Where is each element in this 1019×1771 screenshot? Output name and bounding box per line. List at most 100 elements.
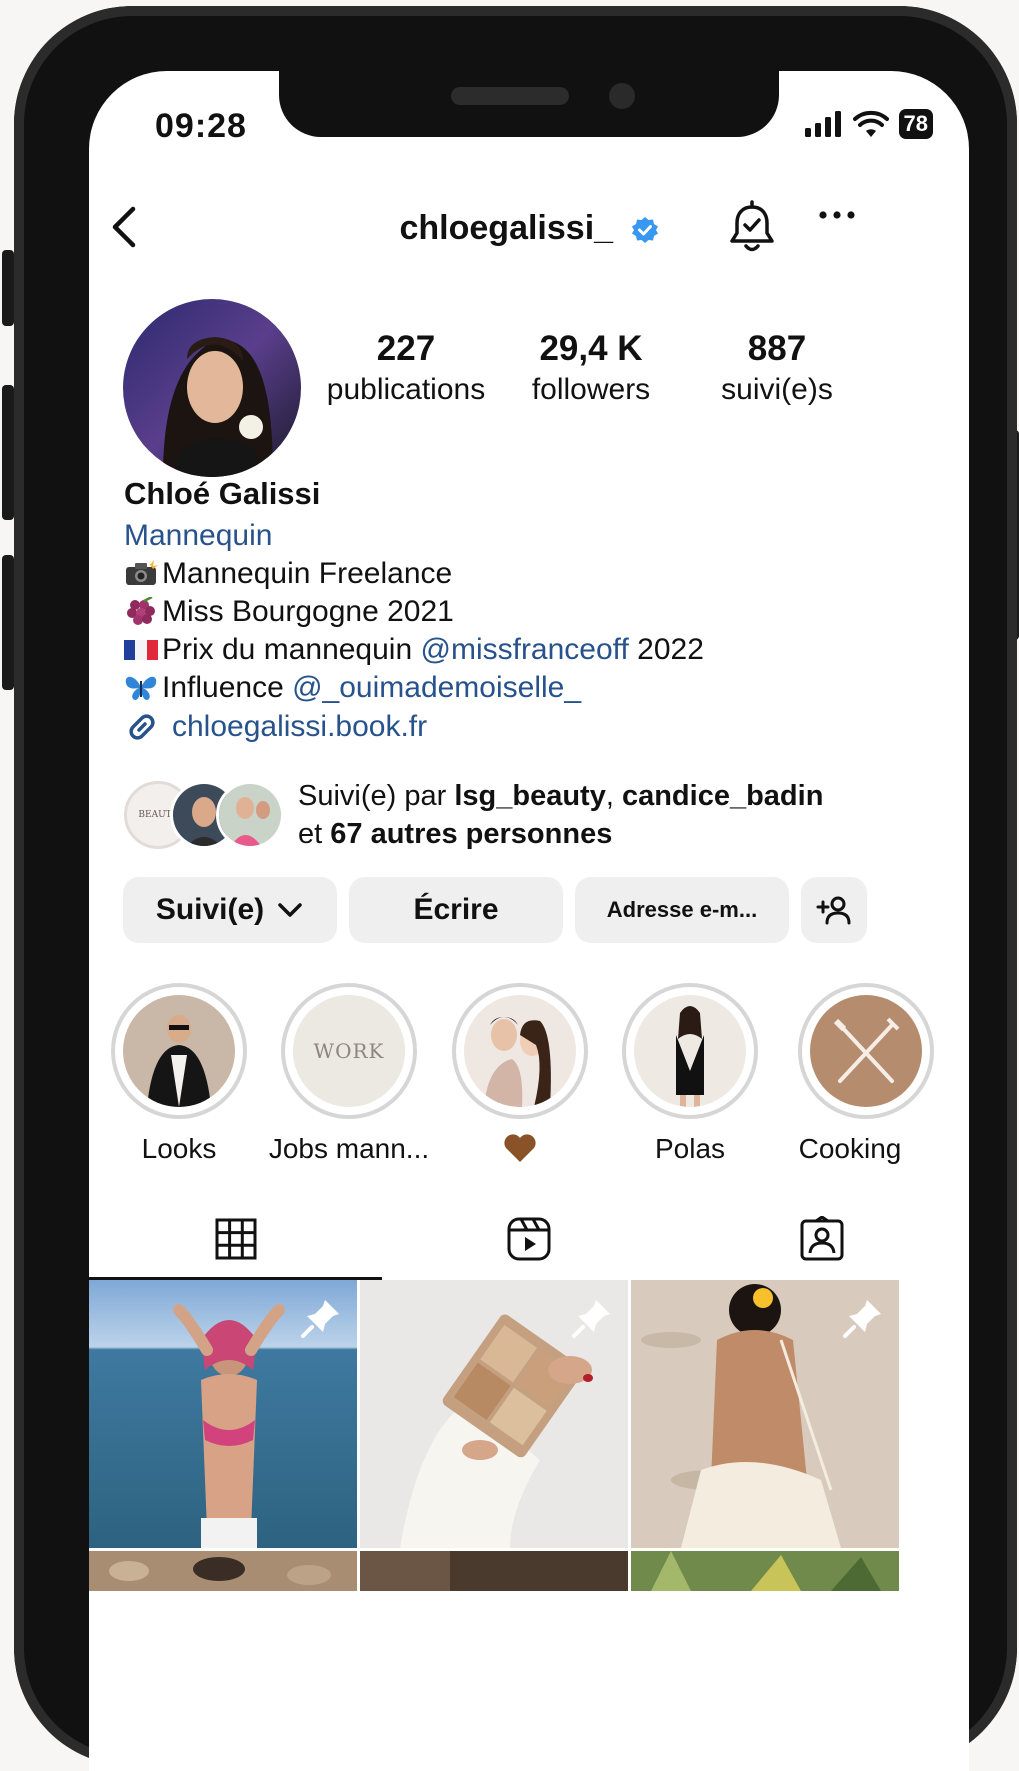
post-thumbnail[interactable] — [360, 1551, 628, 1591]
mention-ouimademoiselle[interactable]: @_ouimademoiselle_ — [292, 671, 581, 704]
add-person-icon — [816, 896, 851, 925]
tagged-person-icon — [800, 1216, 843, 1261]
highlight-looks[interactable]: Looks — [89, 983, 269, 1165]
tab-tagged[interactable] — [675, 1201, 968, 1277]
highlight-ring: WORK — [281, 983, 417, 1119]
camera-flash-emoji-icon — [126, 559, 158, 585]
post-thumbnail[interactable] — [631, 1551, 899, 1591]
bio-line-3: Prix du mannequin @missfranceoff 2022 — [124, 631, 944, 669]
reels-icon — [507, 1217, 550, 1261]
suggested-users-button[interactable] — [801, 877, 867, 943]
post-thumbnail[interactable] — [89, 1280, 357, 1548]
highlight-cooking[interactable]: Cooking — [750, 983, 934, 1165]
bio-line-2-text: Miss Bourgogne 2021 — [162, 595, 454, 628]
follower-name-1[interactable]: lsg_beauty — [454, 780, 606, 812]
followed-by-separator: , — [605, 780, 622, 812]
signal-icon — [804, 111, 841, 137]
followed-by-line2-prefix: et — [298, 818, 331, 850]
bio-line-2: Miss Bourgogne 2021 — [124, 593, 944, 631]
fork-knife-icon — [833, 1017, 900, 1083]
stat-number: 29,4 K — [539, 329, 643, 368]
message-button-label: Écrire — [413, 893, 499, 926]
highlight-ring — [798, 983, 934, 1119]
profile-actions: Suivi(e) Écrire Adresse e-m... — [123, 877, 867, 943]
stat-publications[interactable]: 227 publications — [306, 329, 506, 407]
highlight-jobs[interactable]: WORK Jobs mann... — [259, 983, 439, 1165]
work-cover-text: WORK — [313, 1039, 385, 1063]
followed-by-others: 67 autres personnes — [330, 818, 613, 850]
highlight-label: Jobs mann... — [268, 1133, 430, 1164]
mute-switch — [2, 250, 14, 326]
status-time: 09:28 — [155, 107, 247, 145]
email-button[interactable]: Adresse e-m... — [575, 877, 789, 943]
pin-icon — [843, 1300, 881, 1338]
speaker — [451, 87, 569, 105]
posts-grid — [89, 1280, 969, 1591]
chevron-down-icon — [278, 903, 302, 917]
stat-label: followers — [531, 373, 651, 406]
story-highlights: Looks WORK Jobs mann... Polas Cooking — [89, 983, 969, 1165]
grid-icon — [215, 1218, 256, 1260]
phone-frame: 09:28 78 chloegalissi_ 227 publications … — [14, 6, 1017, 1771]
status-icons: 78 — [804, 109, 933, 139]
highlight-label — [430, 1133, 610, 1170]
more-options-icon[interactable] — [817, 205, 857, 225]
stat-label: publications — [326, 373, 486, 406]
following-button-label: Suivi(e) — [155, 893, 265, 926]
following-button[interactable]: Suivi(e) — [123, 877, 337, 943]
message-button[interactable]: Écrire — [349, 877, 563, 943]
brown-heart-icon — [504, 1134, 536, 1162]
post-image-stones — [89, 1551, 357, 1591]
bio-link-text: chloegalissi.book.fr — [172, 710, 428, 743]
highlight-label: Cooking — [798, 1133, 902, 1164]
tab-reels[interactable] — [382, 1201, 675, 1277]
pin-icon — [572, 1300, 610, 1338]
stat-number: 887 — [747, 329, 807, 368]
highlight-ring — [622, 983, 758, 1119]
profile-name: Chloé Galissi — [124, 476, 321, 511]
stat-label: suivi(e)s — [721, 373, 833, 406]
battery-icon: 78 — [898, 109, 933, 139]
tab-posts-grid[interactable] — [89, 1201, 382, 1280]
username-text: chloegalissi_ — [399, 209, 614, 247]
highlight-ring — [111, 983, 247, 1119]
profile-avatar[interactable] — [123, 299, 301, 477]
profile-category[interactable]: Mannequin — [124, 517, 944, 555]
follower-name-2[interactable]: candice_badin — [622, 780, 823, 812]
bio-line-3-suffix: 2022 — [628, 633, 704, 666]
profile-header: chloegalissi_ — [89, 199, 969, 259]
followed-by-text: Suivi(e) par lsg_beauty, candice_badin e… — [298, 777, 823, 853]
highlight-cover — [123, 995, 235, 1107]
profile-tabs — [89, 1201, 969, 1280]
pin-icon — [301, 1300, 339, 1338]
avatar-photo — [123, 299, 301, 477]
highlight-cover — [634, 995, 746, 1107]
bio-line-4: Influence @_ouimademoiselle_ — [124, 669, 944, 707]
wifi-icon — [852, 110, 889, 137]
front-camera — [609, 83, 635, 109]
post-thumbnail[interactable] — [631, 1280, 899, 1548]
followed-by[interactable]: BEAUTY Suivi(e) par lsg_beauty, candice_… — [124, 777, 823, 853]
bio-line-1: Mannequin Freelance — [124, 555, 944, 593]
highlight-ring — [452, 983, 588, 1119]
post-thumbnail[interactable] — [89, 1551, 357, 1591]
verified-badge-icon — [631, 217, 658, 244]
highlight-cover — [464, 995, 576, 1107]
highlight-heart[interactable] — [430, 983, 610, 1170]
notification-bell-icon[interactable] — [727, 199, 777, 255]
link-icon — [129, 714, 155, 740]
post-image-plants — [631, 1551, 899, 1591]
post-image-brown — [360, 1551, 628, 1591]
bio-line-4-prefix: Influence — [162, 671, 293, 704]
highlight-label: Looks — [141, 1133, 217, 1164]
mention-missfranceoff[interactable]: @missfranceoff — [421, 633, 629, 666]
stat-following[interactable]: 887 suivi(e)s — [677, 329, 877, 407]
post-thumbnail[interactable] — [360, 1280, 628, 1548]
france-flag-emoji-icon — [124, 640, 158, 660]
volume-up-button — [2, 385, 14, 520]
volume-down-button — [2, 555, 14, 690]
bio-line-1-text: Mannequin Freelance — [162, 557, 453, 590]
stat-followers[interactable]: 29,4 K followers — [491, 329, 691, 407]
email-button-label: Adresse e-m... — [606, 897, 758, 922]
bio-link[interactable]: chloegalissi.book.fr — [124, 709, 427, 745]
